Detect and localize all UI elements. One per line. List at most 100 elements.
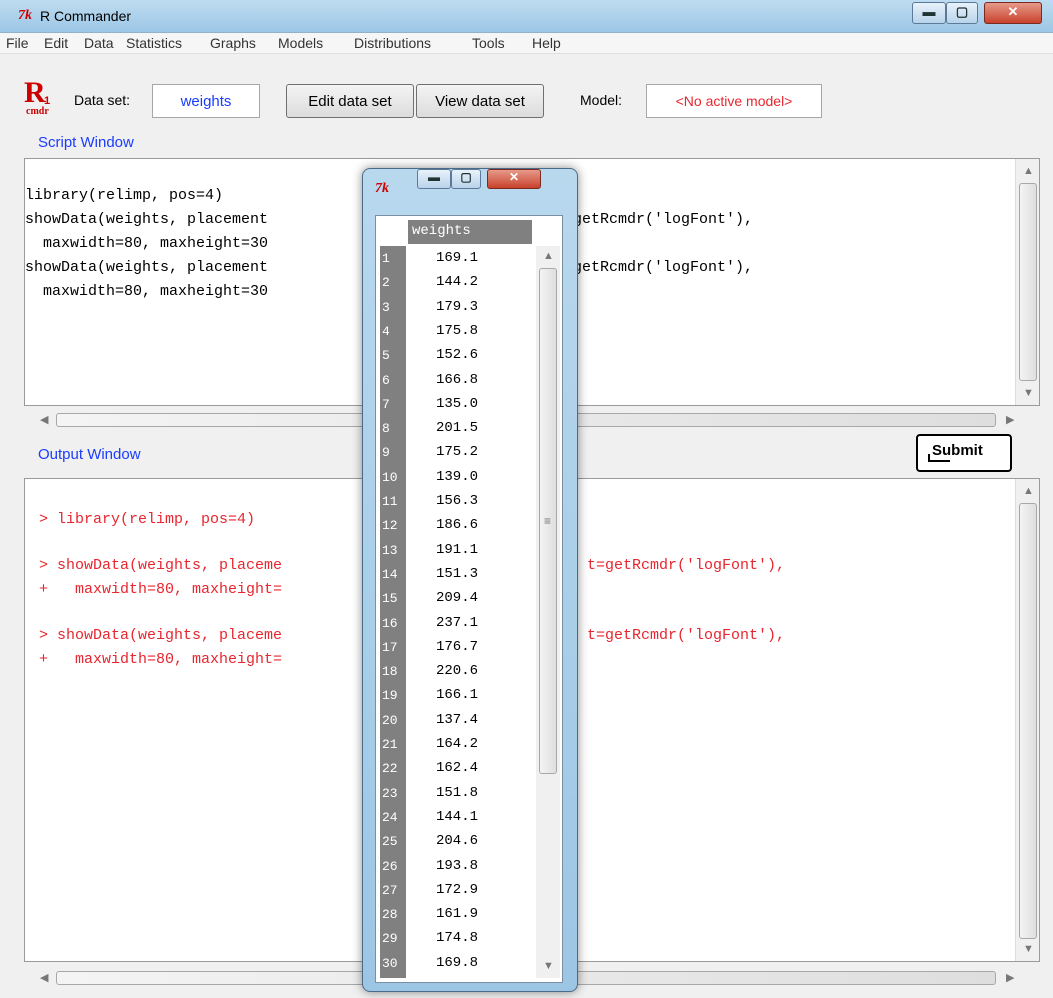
table-cell[interactable]: 169.8	[436, 955, 478, 971]
script-window-label: Script Window	[38, 134, 134, 151]
script-line: maxwidth=80, maxheight=30	[25, 283, 269, 300]
close-icon: ✕	[508, 170, 520, 184]
output-scroll-thumb[interactable]	[1019, 503, 1037, 939]
row-number: 8	[382, 421, 390, 437]
scroll-right-icon[interactable]: ▶	[1006, 413, 1014, 426]
close-button[interactable]: ✕	[984, 2, 1042, 24]
row-number: 20	[382, 712, 398, 728]
popup-close-button[interactable]: ✕	[487, 169, 541, 189]
menu-help[interactable]: Help	[532, 35, 561, 51]
script-line: maxwidth=80, maxheight=30	[25, 235, 269, 252]
row-number: 30	[382, 955, 398, 971]
scroll-up-icon[interactable]: ▲	[1023, 485, 1034, 497]
title-bar[interactable]: 7k R Commander ▬ ▢ ✕	[0, 0, 1053, 33]
dataset-field[interactable]: weights	[152, 84, 260, 118]
table-cell[interactable]: 166.8	[436, 372, 478, 388]
scroll-up-icon[interactable]: ▲	[543, 250, 554, 262]
table-cell[interactable]: 166.1	[436, 687, 478, 703]
table-cell[interactable]: 237.1	[436, 615, 478, 631]
data-table: weights 1 169.1 2 144.2 3 179.3 4 175.8 5 152.6 6 1…	[375, 215, 563, 983]
row-number: 13	[382, 542, 398, 558]
table-cell[interactable]: 144.1	[436, 809, 478, 825]
menu-tools[interactable]: Tools	[472, 35, 505, 51]
table-cell[interactable]: 144.2	[436, 274, 478, 290]
minimize-button[interactable]: ▬	[912, 2, 946, 24]
table-cell[interactable]: 191.1	[436, 542, 478, 558]
minimize-icon: ▬	[922, 4, 936, 19]
table-cell[interactable]: 186.6	[436, 517, 478, 533]
row-number: 27	[382, 882, 398, 898]
table-cell[interactable]: 174.8	[436, 930, 478, 946]
column-header[interactable]: weights	[408, 220, 532, 244]
row-number: 10	[382, 469, 398, 485]
table-cell[interactable]: 156.3	[436, 493, 478, 509]
table-cell[interactable]: 220.6	[436, 663, 478, 679]
scroll-down-icon[interactable]: ▼	[543, 960, 554, 972]
data-viewer-window[interactable]: 7k ▬ ▢ ✕ weights 1 169.1 2 144.2 3 179.3 4 175.…	[362, 168, 578, 992]
row-number: 18	[382, 664, 398, 680]
row-number: 5	[382, 348, 390, 364]
row-number: 3	[382, 299, 390, 315]
scroll-down-icon[interactable]: ▼	[1023, 943, 1034, 955]
table-cell[interactable]: 162.4	[436, 760, 478, 776]
output-window-label: Output Window	[38, 446, 141, 463]
output-line: + maxwidth=80, maxheight=	[39, 581, 283, 598]
menu-file[interactable]: File	[6, 35, 29, 51]
menu-models[interactable]: Models	[278, 35, 323, 51]
table-cell[interactable]: 175.8	[436, 323, 478, 339]
table-cell[interactable]: 179.3	[436, 299, 478, 315]
table-cell[interactable]: 193.8	[436, 858, 478, 874]
output-vertical-scrollbar[interactable]: ▲ ▼	[1015, 479, 1039, 961]
scroll-left-icon[interactable]: ◀	[40, 971, 48, 984]
scroll-up-icon[interactable]: ▲	[1023, 165, 1034, 177]
edit-data-set-button[interactable]: Edit data set	[286, 84, 414, 118]
table-cell[interactable]: 151.3	[436, 566, 478, 582]
row-number: 21	[382, 737, 398, 752]
table-cell[interactable]: 135.0	[436, 396, 478, 412]
table-cell[interactable]: 172.9	[436, 882, 478, 898]
output-line: > showData(weights, placeme	[39, 627, 283, 644]
table-cell[interactable]: 137.4	[436, 712, 478, 728]
model-field[interactable]: <No active model>	[646, 84, 822, 118]
popup-vertical-scrollbar[interactable]: ▲ ≡ ▼	[536, 246, 560, 978]
scroll-right-icon[interactable]: ▶	[1006, 971, 1014, 984]
row-number: 16	[382, 615, 398, 631]
minimize-icon: ▬	[428, 170, 440, 184]
view-data-set-button[interactable]: View data set	[416, 84, 544, 118]
table-cell[interactable]: 201.5	[436, 420, 478, 436]
menu-data[interactable]: Data	[84, 35, 114, 51]
tk-logo-icon: 7k	[18, 8, 32, 23]
scroll-down-icon[interactable]: ▼	[1023, 387, 1034, 399]
popup-maximize-button[interactable]: ▢	[451, 169, 481, 189]
dataset-value: weights	[180, 93, 232, 110]
submit-button[interactable]: Submit	[916, 434, 1012, 472]
table-cell[interactable]: 176.7	[436, 639, 478, 655]
grip-icon: ≡	[544, 514, 552, 528]
scroll-left-icon[interactable]: ◀	[40, 413, 48, 426]
menu-statistics[interactable]: Statistics	[126, 35, 182, 51]
table-cell[interactable]: 209.4	[436, 590, 478, 606]
row-number: 4	[382, 323, 390, 339]
menu-graphs[interactable]: Graphs	[210, 35, 256, 51]
row-number: 28	[382, 907, 398, 923]
window-title: R Commander	[40, 8, 132, 24]
table-cell[interactable]: 152.6	[436, 347, 478, 363]
menu-distributions[interactable]: Distributions	[354, 35, 431, 51]
table-cell[interactable]: 139.0	[436, 469, 478, 485]
table-cell[interactable]: 161.9	[436, 906, 478, 922]
table-cell[interactable]: 204.6	[436, 833, 478, 849]
menu-edit[interactable]: Edit	[44, 35, 68, 51]
script-line: showData(weights, placement	[25, 259, 269, 276]
row-number: 15	[382, 591, 398, 607]
table-cell[interactable]: 151.8	[436, 785, 478, 801]
table-cell[interactable]: 169.1	[436, 250, 478, 266]
row-number: 7	[382, 396, 390, 412]
maximize-button[interactable]: ▢	[946, 2, 978, 24]
row-number: 29	[382, 931, 398, 947]
script-line-tail: getRcmdr('logFont'),	[573, 211, 754, 228]
script-scroll-thumb[interactable]	[1019, 183, 1037, 381]
table-cell[interactable]: 175.2	[436, 444, 478, 460]
popup-minimize-button[interactable]: ▬	[417, 169, 451, 189]
script-vertical-scrollbar[interactable]: ▲ ▼	[1015, 159, 1039, 405]
table-cell[interactable]: 164.2	[436, 736, 478, 752]
